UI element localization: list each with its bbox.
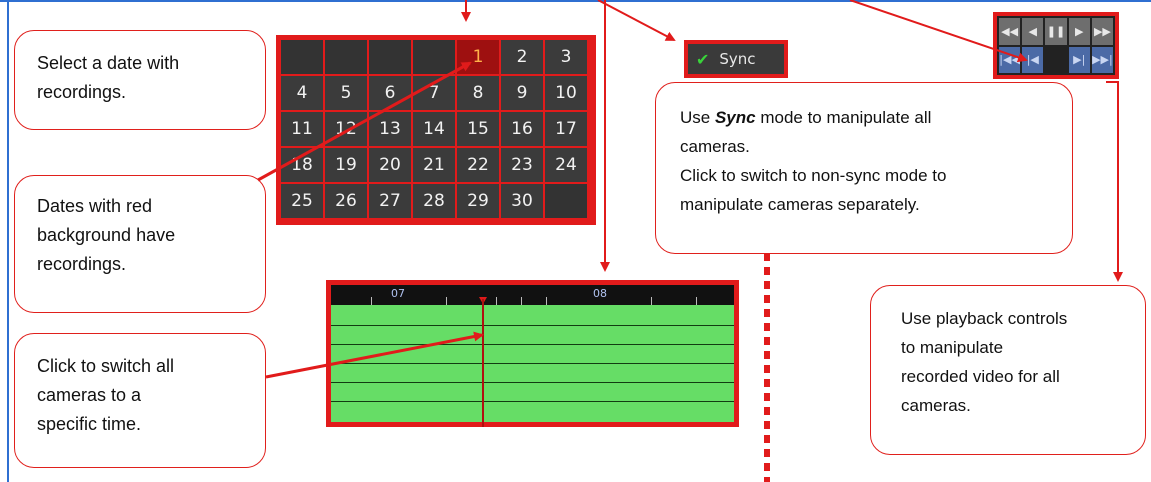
arrow-to-playback — [849, 0, 1028, 63]
arrow-playback-callout — [1106, 81, 1123, 282]
arrow-to-sync — [597, 0, 676, 41]
annotation-arrows — [257, 0, 1123, 379]
arrow-red-dates — [257, 61, 472, 182]
arrow-click-time — [265, 331, 484, 379]
